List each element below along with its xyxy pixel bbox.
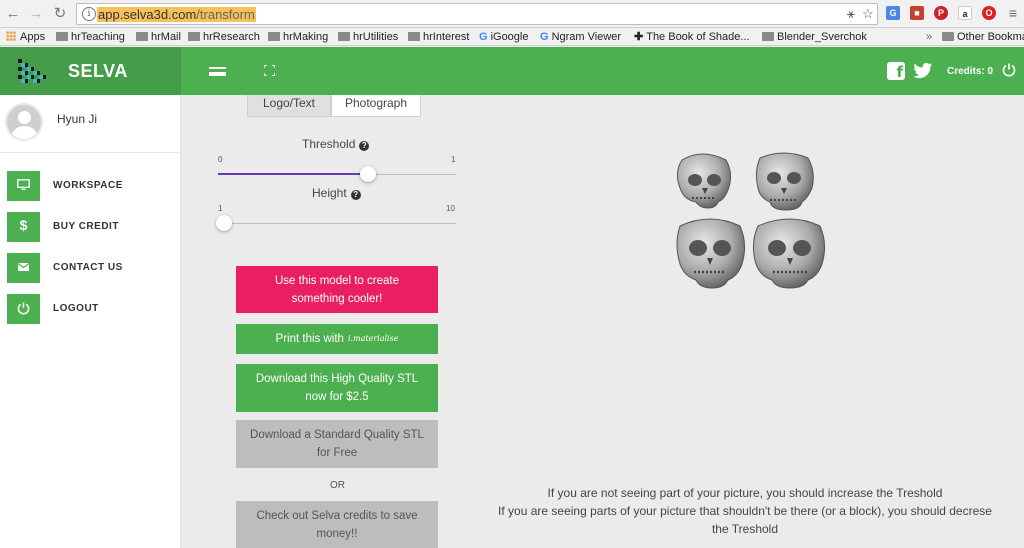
menu-icon[interactable]: ≡ <box>1006 6 1020 20</box>
sidebar-item-logout[interactable]: LOGOUT <box>7 294 177 324</box>
bookmark-folder[interactable]: hrInterest <box>408 30 469 44</box>
other-bookmarks[interactable]: Other Bookmarks <box>942 30 1024 44</box>
tab-logo-text[interactable]: Logo/Text <box>247 95 331 117</box>
reload-icon[interactable]: ↻ <box>51 5 69 23</box>
twitter-icon[interactable] <box>913 62 933 80</box>
folder-icon <box>942 32 954 41</box>
sidebar-item-contact-us[interactable]: CONTACT US <box>7 253 177 283</box>
sidebar-item-label: CONTACT US <box>53 262 123 273</box>
info-icon[interactable]: i <box>82 7 96 21</box>
bookmark-ngram[interactable]: G Ngram Viewer <box>540 30 621 44</box>
imaterialise-logo: i.materialise <box>347 334 399 343</box>
height-label: Height? <box>312 186 361 200</box>
pinterest-icon[interactable]: P <box>934 6 948 20</box>
threshold-label: Threshold? <box>302 137 370 151</box>
extension-icon[interactable]: ■ <box>910 6 924 20</box>
folder-icon <box>188 32 200 41</box>
threshold-min: 0 <box>218 155 223 164</box>
height-max: 10 <box>446 204 455 213</box>
hamburger-menu-icon[interactable] <box>209 67 226 76</box>
translate-icon[interactable]: G <box>886 6 900 20</box>
selva-logo-icon <box>18 59 46 83</box>
hint-increase-threshold: If you are not seeing part of your pictu… <box>547 486 943 500</box>
facebook-icon[interactable]: f <box>887 62 905 81</box>
power-icon <box>17 302 30 315</box>
bookmark-folder[interactable]: hrResearch <box>188 30 260 44</box>
threshold-slider-thumb[interactable] <box>359 166 376 182</box>
skull-model-top-left <box>676 153 732 209</box>
bookmark-folder[interactable]: Blender_Sverchok <box>762 30 867 44</box>
mail-icon <box>17 263 30 271</box>
selva-credits-button[interactable]: Check out Selva credits to save money!! <box>236 501 438 548</box>
help-icon[interactable]: ? <box>350 190 361 200</box>
key-icon[interactable]: ⚹ <box>847 6 855 22</box>
tab-photograph[interactable]: Photograph <box>331 95 421 117</box>
username: Hyun Ji <box>57 112 98 126</box>
bookmarks-bar: Apps hrTeaching hrMail hrResearch hrMaki… <box>0 28 1024 46</box>
threshold-fill <box>218 173 368 175</box>
threshold-max: 1 <box>451 155 456 164</box>
dollar-icon: $ <box>19 217 28 233</box>
google-icon: G <box>540 31 549 43</box>
bookmarks-overflow[interactable]: » <box>926 30 932 44</box>
credits-counter: Credits: 0 <box>947 66 994 77</box>
amazon-icon[interactable]: a <box>958 6 972 20</box>
app-header: SELVA f Credits: 0 <box>0 47 1024 95</box>
folder-icon <box>136 32 148 41</box>
folder-icon <box>268 32 280 41</box>
forward-icon[interactable]: → <box>27 5 45 23</box>
brand[interactable]: SELVA <box>0 47 181 95</box>
power-icon[interactable] <box>1002 63 1016 77</box>
print-imaterialise-button[interactable]: Print this with i.materialise <box>236 324 438 354</box>
hint-decrease-threshold-cont: the Treshold <box>711 522 779 536</box>
folder-icon <box>408 32 420 41</box>
help-icon[interactable]: ? <box>359 141 370 151</box>
bookmark-folder[interactable]: hrMaking <box>268 30 328 44</box>
apps-grid-icon <box>6 31 16 41</box>
back-icon[interactable]: ← <box>4 5 22 23</box>
cross-icon: ✚ <box>634 31 644 43</box>
user-profile: Hyun Ji <box>0 95 180 153</box>
or-separator: OR <box>330 480 345 491</box>
sidebar-item-buy-credit[interactable]: $ BUY CREDIT <box>7 212 177 242</box>
google-icon: G <box>479 31 488 43</box>
model-preview[interactable] <box>668 148 842 302</box>
sidebar-item-workspace[interactable]: WORKSPACE <box>7 171 177 201</box>
address-bar[interactable]: i app.selva3d.com/transform ⚹ ☆ <box>76 3 878 25</box>
app-title: SELVA <box>68 61 128 81</box>
url-text: app.selva3d.com/transform <box>97 7 256 22</box>
height-track[interactable] <box>218 223 456 224</box>
height-slider-thumb[interactable] <box>216 215 232 231</box>
skull-model-bottom-right <box>752 218 826 289</box>
browser-toolbar: ← → ↻ i app.selva3d.com/transform ⚹ ☆ G … <box>0 0 1024 28</box>
sidebar-item-label: LOGOUT <box>53 303 99 314</box>
hint-decrease-threshold: If you are seeing parts of your picture … <box>498 504 992 518</box>
sidebar-item-label: WORKSPACE <box>53 180 123 191</box>
monitor-icon <box>17 179 30 190</box>
bookmark-igoogle[interactable]: GiGoogle <box>479 30 528 44</box>
height-min: 1 <box>218 204 223 213</box>
bookmark-folder[interactable]: hrMail <box>136 30 181 44</box>
fullscreen-icon[interactable] <box>264 65 275 76</box>
bookmark-folder[interactable]: hrUtilities <box>338 30 398 44</box>
avatar[interactable] <box>5 103 43 141</box>
bookmark-book-of-shaders[interactable]: ✚ The Book of Shade... <box>634 30 750 44</box>
skull-model-bottom-left <box>676 218 746 289</box>
bookmark-apps[interactable]: Apps <box>6 30 45 44</box>
bookmark-folder[interactable]: hrTeaching <box>56 30 125 44</box>
opera-icon[interactable]: O <box>982 6 996 20</box>
folder-icon <box>338 32 350 41</box>
star-icon[interactable]: ☆ <box>862 6 874 22</box>
folder-icon <box>56 32 68 41</box>
download-standard-stl-button[interactable]: Download a Standard Quality STL for Free <box>236 420 438 468</box>
folder-icon <box>762 32 774 41</box>
create-cooler-button[interactable]: Use this model to create something coole… <box>236 266 438 313</box>
sidebar-item-label: BUY CREDIT <box>53 221 119 232</box>
sidebar: Hyun Ji WORKSPACE $ BUY CREDIT CONTACT U… <box>0 95 181 548</box>
download-hq-stl-button[interactable]: Download this High Quality STL now for $… <box>236 364 438 412</box>
skull-model-top-right <box>755 152 814 211</box>
